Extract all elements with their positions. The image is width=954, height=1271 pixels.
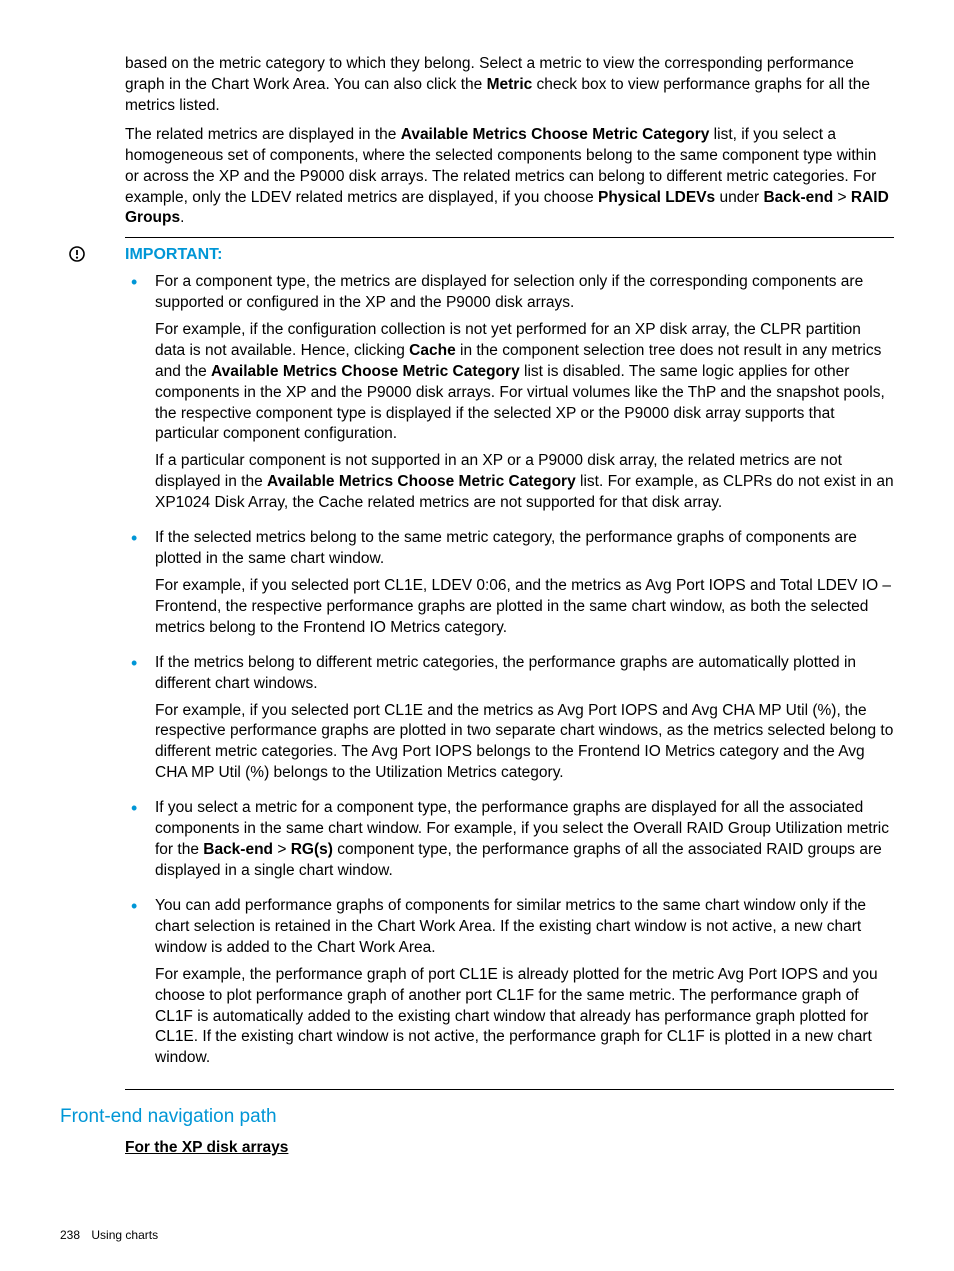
text: The related metrics are displayed in the xyxy=(125,126,401,143)
divider xyxy=(125,1089,894,1090)
text: For example, if you selected port CL1E a… xyxy=(155,701,894,785)
bold: Back-end xyxy=(763,189,833,206)
important-label: IMPORTANT: xyxy=(125,244,894,266)
page-footer: 238 Using charts xyxy=(60,1227,158,1243)
intro-p2: The related metrics are displayed in the… xyxy=(125,125,894,230)
text: If the selected metrics belong to the sa… xyxy=(155,528,894,570)
divider xyxy=(125,237,894,238)
important-icon xyxy=(69,244,125,269)
text: . xyxy=(180,209,184,226)
text: under xyxy=(715,189,763,206)
bold: Physical LDEVs xyxy=(598,189,715,206)
list-item: You can add performance graphs of compon… xyxy=(125,896,894,1069)
text: If the metrics belong to different metri… xyxy=(155,653,894,695)
sub-heading: For the XP disk arrays xyxy=(125,1138,894,1159)
body-content: based on the metric category to which th… xyxy=(125,54,894,1159)
text: > xyxy=(833,189,851,206)
list-item: For a component type, the metrics are di… xyxy=(125,272,894,514)
bold: Available Metrics Choose Metric Category xyxy=(401,126,710,143)
text: For a component type, the metrics are di… xyxy=(155,272,894,314)
important-list: For a component type, the metrics are di… xyxy=(125,272,894,1069)
text: If a particular component is not support… xyxy=(155,451,894,514)
footer-title: Using charts xyxy=(91,1228,158,1242)
page-number: 238 xyxy=(60,1228,80,1242)
list-item: If the metrics belong to different metri… xyxy=(125,653,894,785)
text: For example, if the configuration collec… xyxy=(155,320,894,446)
text: If you select a metric for a component t… xyxy=(155,798,894,882)
text: You can add performance graphs of compon… xyxy=(155,896,894,959)
list-item: If the selected metrics belong to the sa… xyxy=(125,528,894,639)
intro-p1: based on the metric category to which th… xyxy=(125,54,894,117)
text: For example, the performance graph of po… xyxy=(155,965,894,1070)
important-block: IMPORTANT: For a component type, the met… xyxy=(125,244,894,1083)
section-heading: Front-end navigation path xyxy=(60,1104,894,1130)
bold: Metric xyxy=(487,76,533,93)
text: For example, if you selected port CL1E, … xyxy=(155,576,894,639)
list-item: If you select a metric for a component t… xyxy=(125,798,894,882)
